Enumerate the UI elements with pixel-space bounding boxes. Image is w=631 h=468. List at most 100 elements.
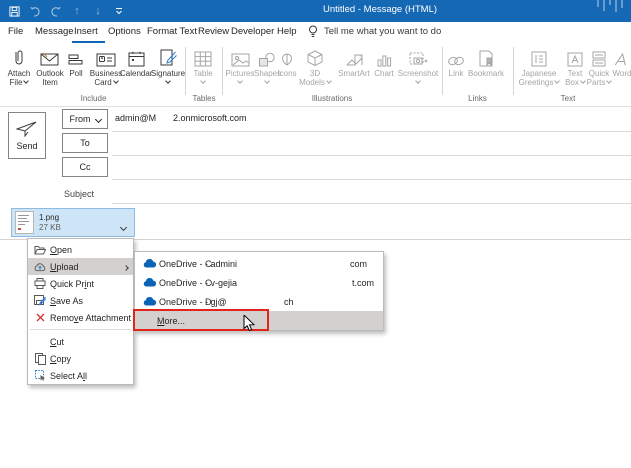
send-label: Send (16, 140, 38, 151)
tab-review[interactable]: Review (198, 26, 229, 37)
signature-button[interactable]: Signature (150, 46, 186, 87)
dropdown-icon (580, 78, 586, 84)
cube-icon (298, 46, 332, 67)
attach-file-button[interactable]: Attach File (3, 46, 35, 87)
cc-field-line[interactable] (112, 179, 631, 180)
tab-insert[interactable]: Insert (74, 26, 98, 37)
group-label-tables: Tables (192, 94, 216, 103)
text-box-button[interactable]: Text Box (562, 46, 588, 87)
to-field-line[interactable] (112, 155, 631, 156)
calendar-icon (120, 46, 152, 67)
pictures-icon (224, 46, 256, 67)
menu-item-copy[interactable]: Copy (28, 350, 133, 367)
tab-file[interactable]: File (8, 26, 23, 37)
group-divider (442, 47, 443, 95)
subject-label: Subject (64, 189, 95, 199)
poll-icon (65, 46, 87, 67)
menu-item-cut[interactable]: Cut (28, 333, 133, 350)
table-button[interactable]: Table (188, 46, 218, 87)
open-folder-icon (34, 244, 46, 256)
attachment-context-menu: Open Upload Quick Print Save As Remove A… (27, 238, 134, 385)
to-button[interactable]: To (62, 133, 108, 153)
titlebar-artifact-bars (597, 0, 623, 14)
chart-icon (372, 46, 396, 67)
onedrive-cloud-icon (143, 278, 156, 288)
undo-icon[interactable] (29, 4, 41, 18)
attachment-thumbnail (15, 211, 34, 234)
titlebar: ↑ ↓ Untitled - Message (HTML) (0, 0, 631, 22)
quick-parts-button[interactable]: Quick Parts (586, 46, 613, 87)
tab-format-text[interactable]: Format Text (147, 26, 197, 37)
menu-item-remove-attachment[interactable]: Remove Attachment (28, 309, 133, 326)
outlook-item-button[interactable]: Outlook Item (35, 46, 65, 87)
3d-models-button[interactable]: 3D Models (298, 46, 332, 87)
japanese-greetings-button[interactable]: Japanese Greetings (514, 46, 564, 87)
cc-button[interactable]: Cc (62, 157, 108, 177)
calendar-button[interactable]: Calendar (120, 46, 152, 78)
ribbon-tab-bar: File Message Insert Options Format Text … (0, 22, 631, 44)
from-field-line[interactable] (112, 131, 631, 132)
tell-me-label: Tell me what you want to do (324, 26, 442, 37)
outlook-message-window: ↑ ↓ Untitled - Message (HTML) File Messa… (0, 0, 631, 468)
dropdown-icon (326, 78, 332, 84)
save-icon[interactable] (8, 4, 20, 18)
from-address-user: admin@M (115, 113, 157, 123)
envelope-icon (35, 46, 65, 67)
submenu-item-onedrive-2[interactable]: OneDrive - C - v-gejia t.com (135, 273, 383, 292)
attachment-dropdown-icon[interactable] (119, 219, 128, 237)
submenu-item-onedrive-1[interactable]: OneDrive - C - admini com (135, 254, 383, 273)
poll-button[interactable]: Poll (65, 46, 87, 78)
save-as-icon (34, 295, 46, 307)
tab-options[interactable]: Options (108, 26, 141, 37)
group-label-text: Text (560, 94, 576, 103)
paperclip-icon (3, 46, 35, 67)
select-all-icon (34, 370, 46, 382)
dropdown-icon (23, 78, 30, 84)
menu-item-open[interactable]: Open (28, 241, 133, 258)
japanese-greetings-icon (514, 46, 564, 67)
attachment-name: 1.png (39, 212, 60, 222)
pictures-button[interactable]: Pictures (224, 46, 256, 87)
menu-item-select-all[interactable]: Select All (28, 367, 133, 384)
wordart-button[interactable]: Word (610, 46, 631, 78)
ribbon: Attach File Outlook Item Poll Business C… (0, 44, 631, 107)
bookmark-button[interactable]: Bookmark (466, 46, 506, 78)
tell-me-box[interactable]: Tell me what you want to do (308, 25, 441, 38)
customize-qat-icon[interactable] (113, 4, 125, 18)
screenshot-button[interactable]: Screenshot (396, 46, 440, 87)
icons-button[interactable]: Icons (276, 46, 298, 78)
bookmark-icon (466, 46, 506, 67)
mouse-cursor (243, 315, 255, 332)
redo-icon[interactable] (50, 4, 62, 18)
window-title: Untitled - Message (HTML) (323, 4, 438, 15)
chevron-down-icon (94, 115, 102, 123)
dropdown-icon (606, 78, 613, 84)
tab-message[interactable]: Message (35, 26, 74, 37)
link-button[interactable]: Link (444, 46, 468, 78)
move-down-icon[interactable]: ↓ (92, 4, 104, 18)
chart-button[interactable]: Chart (372, 46, 396, 78)
subject-field-line[interactable] (112, 203, 631, 204)
move-up-icon[interactable]: ↑ (71, 4, 83, 18)
group-label-include: Include (80, 94, 107, 103)
dropdown-icon (165, 78, 171, 84)
smartart-icon (334, 46, 374, 67)
tab-help[interactable]: Help (277, 26, 297, 37)
menu-item-quick-print[interactable]: Quick Print (28, 275, 133, 292)
send-button[interactable]: Send (8, 112, 46, 159)
icons-icon (276, 46, 298, 67)
from-address-domain: 2.onmicrosoft.com (173, 113, 247, 123)
submenu-arrow-icon (122, 264, 129, 274)
menu-item-save-as[interactable]: Save As (28, 292, 133, 309)
from-button[interactable]: From (62, 109, 108, 129)
screenshot-camera-icon (396, 46, 440, 67)
smartart-button[interactable]: SmartArt (334, 46, 374, 78)
attachment-tile[interactable]: 1.png 27 KB (11, 208, 135, 237)
group-label-illustrations: Illustrations (311, 94, 353, 103)
dropdown-icon (415, 78, 421, 84)
menu-item-upload[interactable]: Upload (28, 258, 133, 275)
tab-developer[interactable]: Developer (231, 26, 274, 37)
lightbulb-icon (308, 25, 318, 38)
dropdown-icon (264, 78, 270, 84)
dropdown-icon (237, 78, 243, 84)
